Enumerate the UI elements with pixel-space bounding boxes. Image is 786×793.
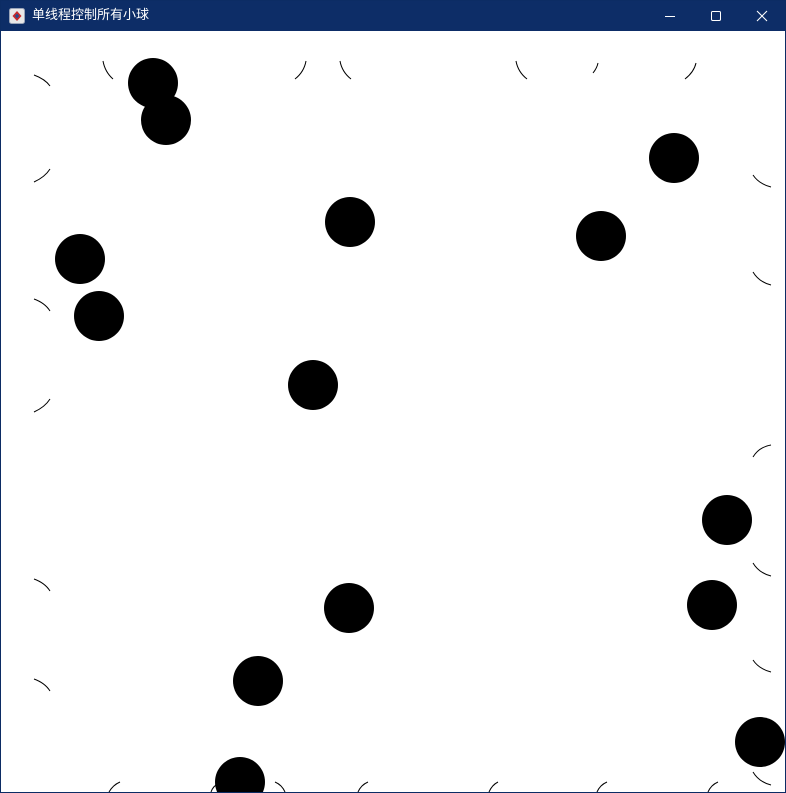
arc-fragment	[33, 398, 51, 413]
arc-fragment	[33, 678, 51, 692]
arc-fragment	[488, 781, 499, 792]
arc-fragment	[33, 168, 51, 183]
ball-canvas[interactable]	[1, 31, 785, 792]
balls	[55, 58, 785, 792]
minimize-button[interactable]	[647, 1, 693, 31]
minimize-icon	[665, 16, 675, 17]
arc-fragment	[752, 771, 772, 786]
ball	[576, 211, 626, 261]
ball	[288, 360, 338, 410]
ball	[233, 656, 283, 706]
arc-fragment	[684, 62, 697, 80]
arc-fragment	[596, 781, 608, 792]
close-button[interactable]	[739, 1, 785, 31]
ball-layer	[33, 58, 785, 792]
arc-fragment	[592, 62, 599, 74]
ball	[687, 580, 737, 630]
arc-fragment	[515, 60, 528, 80]
maximize-icon	[711, 11, 721, 21]
arc-fragment	[752, 562, 772, 577]
ball	[215, 757, 265, 792]
ball	[735, 717, 785, 767]
arc-fragment	[102, 60, 114, 80]
ball	[74, 291, 124, 341]
arc-fragment	[33, 74, 51, 87]
ball	[702, 495, 752, 545]
arc-fragment	[108, 781, 121, 792]
arc-fragment	[294, 60, 307, 80]
ball	[141, 95, 191, 145]
arc-fragment	[752, 271, 772, 286]
ball	[324, 583, 374, 633]
arc-fragment	[752, 174, 772, 188]
window-title: 单线程控制所有小球	[32, 8, 150, 23]
ball	[325, 197, 375, 247]
java-app-icon	[9, 8, 25, 24]
title-bar[interactable]: 单线程控制所有小球	[1, 1, 785, 31]
arc-fragment	[33, 578, 51, 592]
maximize-button[interactable]	[693, 1, 739, 31]
arc-fragment	[752, 659, 772, 673]
close-icon	[756, 10, 768, 22]
arc-fragment	[33, 298, 51, 312]
app-window: 单线程控制所有小球	[0, 0, 786, 793]
arc-fragment	[357, 781, 369, 792]
arc-fragment	[752, 444, 772, 458]
arc-fragment	[339, 60, 352, 80]
ball	[55, 234, 105, 284]
arc-fragment	[274, 781, 286, 792]
arc-fragment	[707, 781, 719, 792]
ball	[649, 133, 699, 183]
